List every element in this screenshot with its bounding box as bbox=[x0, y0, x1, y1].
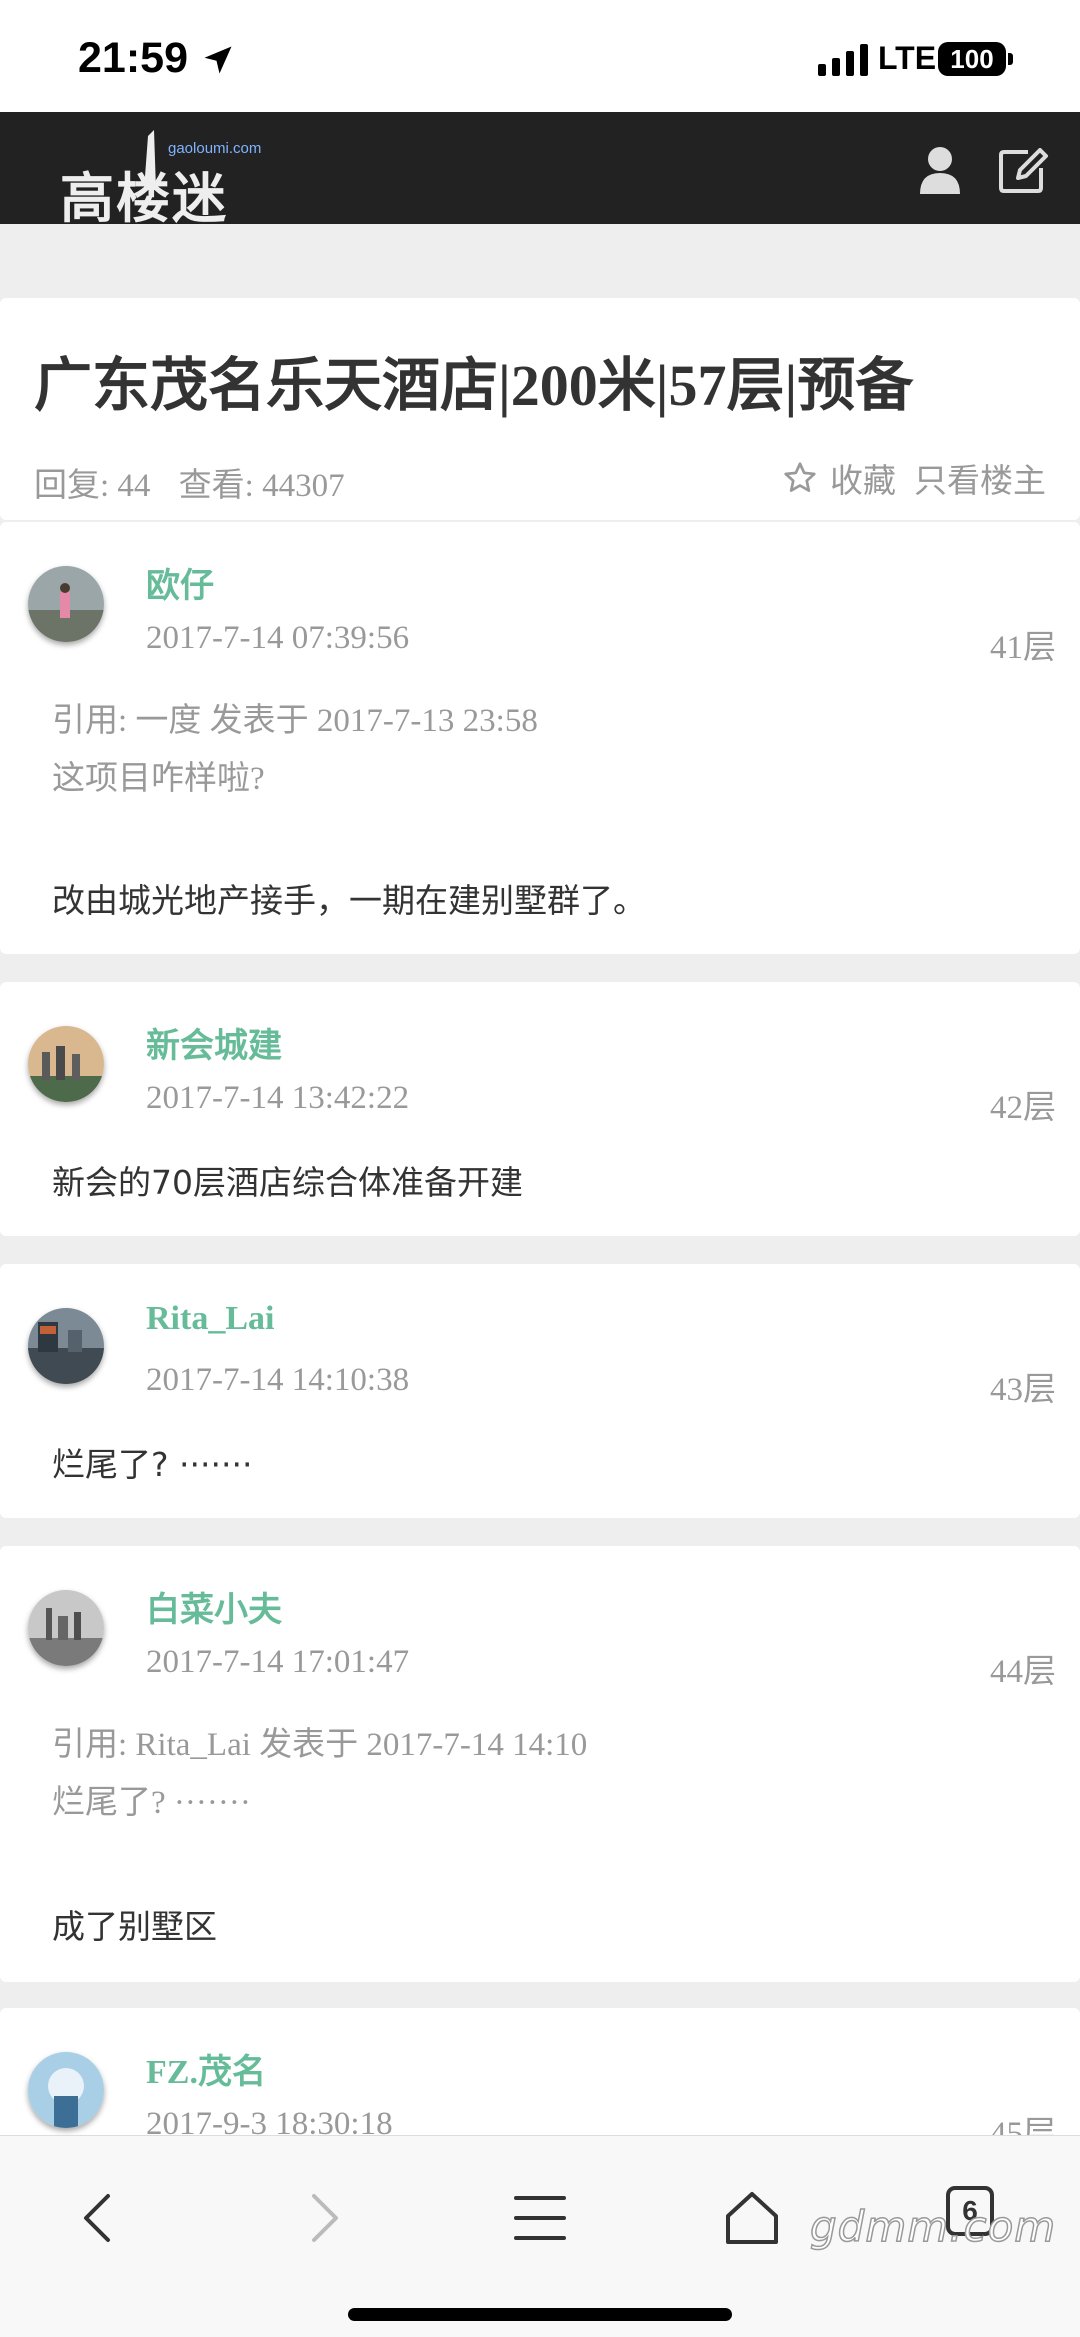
reply-count: 回复: 44 bbox=[34, 468, 151, 504]
avatar[interactable] bbox=[28, 2052, 104, 2128]
only-op-button[interactable]: 只看楼主 bbox=[914, 454, 1046, 502]
avatar[interactable] bbox=[28, 1026, 104, 1102]
battery-icon: 100 bbox=[938, 42, 1006, 76]
home-icon[interactable] bbox=[720, 2186, 784, 2250]
post-author[interactable]: 欧仔 bbox=[146, 558, 214, 607]
user-icon[interactable] bbox=[918, 146, 962, 194]
post-author[interactable]: 新会城建 bbox=[146, 1018, 282, 1067]
post-quote: 引用: Rita_Lai 发表于 2017-7-14 14:10 烂尾了? ··… bbox=[52, 1716, 587, 1832]
avatar[interactable] bbox=[28, 1590, 104, 1666]
post-time: 2017-7-14 17:01:47 bbox=[146, 1644, 410, 1680]
post-content: 成了别墅区 bbox=[52, 1907, 217, 1946]
quote-text: 烂尾了? ······· bbox=[52, 1785, 251, 1821]
avatar[interactable] bbox=[28, 1308, 104, 1384]
browser-toolbar: 6 gdmm.com bbox=[0, 2135, 1080, 2337]
post-floor: 42层 bbox=[990, 1090, 1056, 1126]
quote-text: 这项目咋样啦? bbox=[52, 761, 265, 797]
quote-source: 引用: Rita_Lai 发表于 2017-7-14 14:10 bbox=[52, 1727, 588, 1763]
status-bar: 21:59 LTE 100 bbox=[0, 0, 1080, 112]
view-count: 查看: 44307 bbox=[178, 468, 345, 504]
post-time: 2017-7-14 13:42:22 bbox=[146, 1080, 410, 1116]
post-time: 2017-7-14 14:10:38 bbox=[146, 1362, 410, 1398]
site-logo[interactable]: gaoloumi.com 高楼迷 bbox=[58, 124, 298, 230]
thread-header: 广东茂名乐天酒店|200米|57层|预备 回复: 44 查看: 44307 收藏… bbox=[0, 298, 1080, 520]
thread-actions: 收藏 只看楼主 bbox=[782, 454, 1046, 502]
post-item: Rita_Lai 2017-7-14 14:10:38 43层 烂尾了? ···… bbox=[0, 1264, 1080, 1518]
status-time: 21:59 bbox=[78, 34, 188, 82]
battery-tip bbox=[1008, 53, 1013, 65]
post-author[interactable]: 白菜小夫 bbox=[146, 1582, 282, 1631]
post-author[interactable]: FZ.茂名 bbox=[146, 2044, 266, 2093]
compose-icon[interactable] bbox=[998, 144, 1050, 194]
home-indicator bbox=[348, 2308, 732, 2321]
post-item: 白菜小夫 2017-7-14 17:01:47 44层 引用: Rita_Lai… bbox=[0, 1546, 1080, 1982]
post-floor: 43层 bbox=[990, 1372, 1056, 1408]
star-icon[interactable] bbox=[782, 460, 818, 496]
menu-icon[interactable] bbox=[508, 2186, 572, 2250]
location-arrow-icon bbox=[204, 46, 232, 74]
thread-stats: 回复: 44 查看: 44307 bbox=[34, 458, 365, 506]
post-content: 改由城光地产接手，一期在建别墅群了。 bbox=[52, 881, 646, 920]
post-floor: 41层 bbox=[990, 630, 1056, 666]
post-item: 新会城建 2017-7-14 13:42:22 42层 新会的70层酒店综合体准… bbox=[0, 982, 1080, 1236]
avatar[interactable] bbox=[28, 566, 104, 642]
post-author[interactable]: Rita_Lai bbox=[146, 1300, 274, 1338]
post-content: 烂尾了? ······· bbox=[52, 1445, 253, 1484]
post-time: 2017-7-14 07:39:56 bbox=[146, 620, 410, 656]
watermark: gdmm.com bbox=[809, 2201, 1057, 2252]
signal-bars-icon bbox=[818, 44, 868, 76]
post-quote: 引用: 一度 发表于 2017-7-13 23:58 这项目咋样啦? bbox=[52, 692, 538, 808]
logo-text: 高楼迷 bbox=[60, 167, 228, 230]
forward-icon[interactable] bbox=[290, 2186, 354, 2250]
quote-source: 引用: 一度 发表于 2017-7-13 23:58 bbox=[52, 703, 538, 739]
back-icon[interactable] bbox=[68, 2186, 132, 2250]
post-floor: 44层 bbox=[990, 1654, 1056, 1690]
thread-title: 广东茂名乐天酒店|200米|57层|预备 bbox=[34, 353, 914, 418]
post-content: 新会的70层酒店综合体准备开建 bbox=[52, 1163, 523, 1202]
favorite-button[interactable]: 收藏 bbox=[830, 454, 896, 502]
site-header: gaoloumi.com 高楼迷 bbox=[0, 112, 1080, 230]
network-type: LTE bbox=[878, 40, 937, 76]
post-item: 欧仔 2017-7-14 07:39:56 41层 引用: 一度 发表于 201… bbox=[0, 522, 1080, 954]
